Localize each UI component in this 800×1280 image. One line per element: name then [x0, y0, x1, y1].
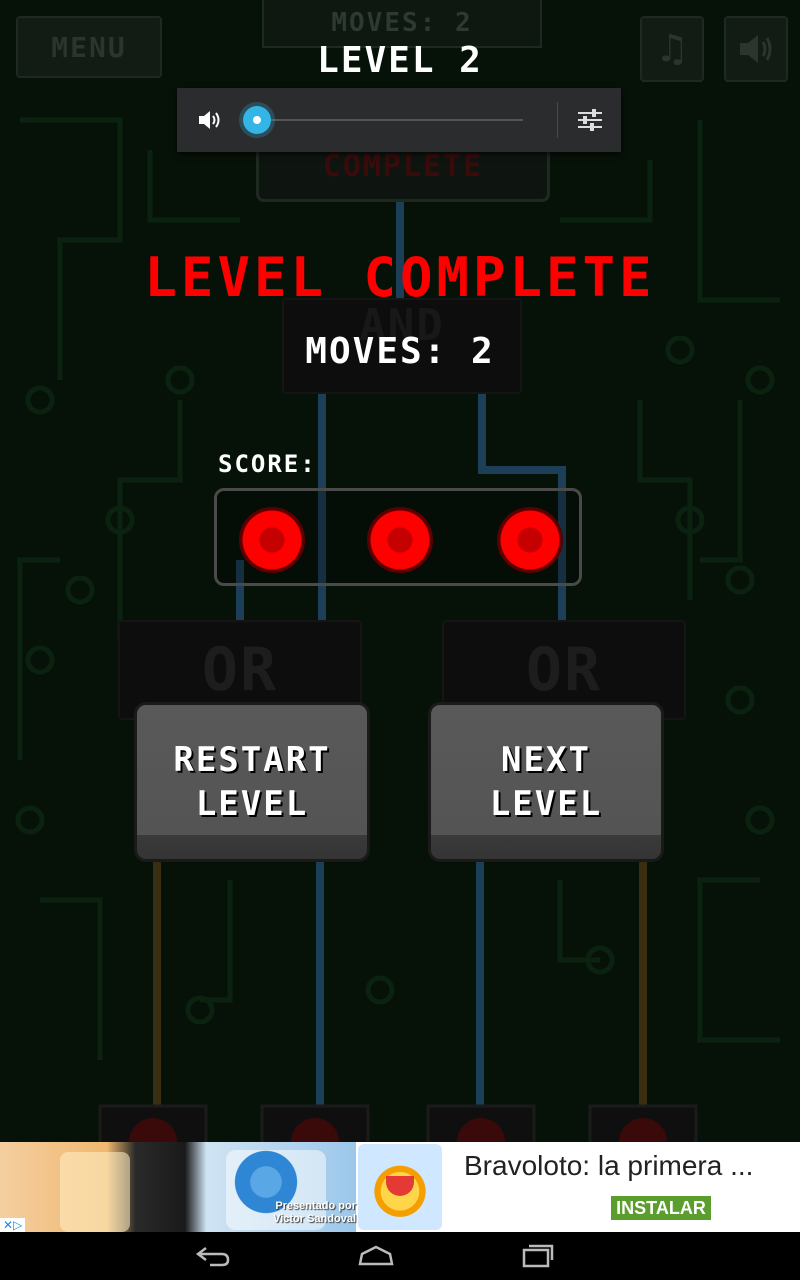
speaker-icon [199, 111, 220, 129]
ad-title: Bravoloto: la primera ... [464, 1150, 754, 1181]
hud-moves-label: MOVES: 2 [331, 8, 473, 38]
or-gate-label-left: OR [201, 635, 279, 705]
next-level-button[interactable]: NEXT LEVEL [428, 702, 664, 862]
ad-banner[interactable]: Presentado por Victor Sandoval ✕▷ Bravol… [0, 1142, 800, 1232]
score-label: SCORE: [218, 450, 317, 478]
back-icon[interactable] [192, 1244, 232, 1268]
home-icon[interactable] [356, 1244, 396, 1268]
next-label-line-2: LEVEL [489, 784, 603, 824]
ad-image-caption-1: Presentado por [275, 1200, 356, 1212]
ghost-complete-text: COMPLETE [322, 148, 484, 184]
ad-image-caption-2: Victor Sandoval [273, 1213, 356, 1225]
or-gate-label-right: OR [525, 635, 603, 705]
volume-slider-thumb[interactable] [243, 106, 271, 134]
recents-icon[interactable] [520, 1242, 556, 1270]
score-star-3 [497, 507, 563, 573]
ad-hero-image: Presentado por Victor Sandoval ✕▷ [0, 1142, 356, 1232]
ad-app-icon [358, 1144, 442, 1230]
sliders-icon[interactable] [577, 108, 603, 132]
level-complete-heading: LEVEL COMPLETE [144, 246, 656, 309]
score-star-1 [239, 507, 305, 573]
next-label-line-1: NEXT [501, 740, 591, 780]
restart-level-button[interactable]: RESTART LEVEL [134, 702, 370, 862]
level-title: LEVEL 2 [317, 40, 483, 81]
restart-label-line-1: RESTART [173, 740, 331, 780]
system-nav-bar [0, 1232, 800, 1280]
moves-count-label: MOVES: 2 [305, 330, 495, 372]
ad-install-button[interactable]: INSTALAR [611, 1196, 711, 1220]
adchoices-icon[interactable]: ✕▷ [0, 1218, 26, 1232]
score-star-2 [367, 507, 433, 573]
volume-popup [177, 88, 621, 152]
volume-slider[interactable] [243, 106, 527, 134]
restart-label-line-2: LEVEL [195, 784, 309, 824]
score-panel [214, 488, 582, 586]
moves-count: MOVES: 2 [282, 312, 518, 390]
